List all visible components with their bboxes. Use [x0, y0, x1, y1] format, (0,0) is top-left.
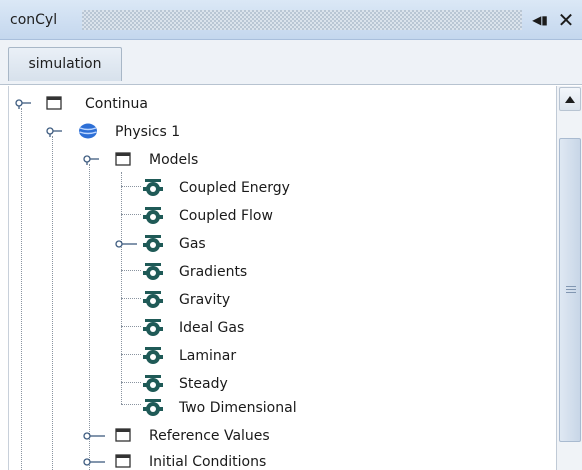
minimize-panel-icon[interactable]: ◀▮	[529, 9, 551, 31]
vertical-scrollbar[interactable]	[556, 86, 582, 470]
model-icon	[143, 374, 163, 393]
expanded-toggle-icon[interactable]	[46, 127, 62, 137]
collapsed-toggle-icon[interactable]	[83, 431, 105, 441]
model-icon	[143, 318, 163, 337]
window-titlebar[interactable]: conCyl ◀▮ ✕	[0, 0, 582, 40]
collapsed-toggle-icon[interactable]	[83, 457, 105, 467]
tree-node-label: Gradients	[179, 264, 248, 280]
close-icon[interactable]: ✕	[555, 9, 577, 31]
model-icon	[143, 290, 163, 309]
grip-icon	[566, 286, 576, 293]
physics-continuum-icon	[78, 122, 98, 140]
tree-node-models[interactable]: Models	[9, 146, 249, 172]
tree-node-label: Models	[149, 152, 199, 168]
collapsed-toggle-icon[interactable]	[115, 239, 137, 249]
tree-node-label: Steady	[179, 376, 228, 392]
folder-icon	[115, 152, 131, 166]
model-icon	[143, 234, 163, 253]
folder-icon	[46, 96, 62, 110]
tree-node-label: Physics 1	[115, 124, 181, 140]
model-icon	[143, 206, 163, 225]
tree-node-model[interactable]: Gravity	[9, 286, 349, 312]
tree-node-label: Continua	[85, 96, 148, 112]
tree-node-label: Gas	[179, 236, 206, 252]
tree-node-model[interactable]: Ideal Gas	[9, 314, 349, 340]
scroll-thumb[interactable]	[559, 138, 581, 442]
model-icon	[143, 262, 163, 281]
scroll-up-button[interactable]	[559, 87, 581, 111]
folder-icon	[115, 428, 131, 442]
tree-node-label: Ideal Gas	[179, 320, 245, 336]
tree-node-label: Initial Conditions	[149, 454, 267, 470]
folder-icon	[115, 454, 131, 468]
titlebar-drag-grip[interactable]	[82, 10, 522, 30]
expanded-toggle-icon[interactable]	[83, 155, 99, 165]
tree-node-model[interactable]: Steady	[9, 370, 349, 396]
tree-node-model[interactable]: Coupled Flow	[9, 202, 349, 228]
tree-node-model[interactable]: Laminar	[9, 342, 349, 368]
window-title: conCyl	[10, 12, 58, 28]
arrow-up-icon	[565, 96, 575, 103]
tree-node-model[interactable]: Gas	[9, 230, 349, 256]
tree-node-label: Coupled Flow	[179, 208, 273, 224]
model-icon	[143, 346, 163, 365]
tab-strip: simulation	[0, 40, 582, 85]
tree-node-continua[interactable]: Continua	[9, 90, 209, 116]
tree-node-initial-conditions[interactable]: Initial Conditions	[9, 448, 349, 470]
simulation-tree[interactable]: Continua Physics 1 Models Coupled Energy…	[8, 86, 556, 470]
tree-node-model[interactable]: Coupled Energy	[9, 174, 349, 200]
tree-node-model[interactable]: Two Dimensional	[9, 394, 349, 420]
tree-node-label: Coupled Energy	[179, 180, 290, 196]
tab-simulation[interactable]: simulation	[8, 47, 122, 81]
tree-node-reference-values[interactable]: Reference Values	[9, 422, 349, 448]
tree-node-model[interactable]: Gradients	[9, 258, 349, 284]
tree-node-physics-1[interactable]: Physics 1	[9, 118, 249, 144]
tree-node-label: Reference Values	[149, 428, 270, 444]
expanded-toggle-icon[interactable]	[15, 99, 31, 109]
model-icon	[143, 178, 163, 197]
model-icon	[143, 398, 163, 417]
tree-node-label: Laminar	[179, 348, 237, 364]
tree-node-label: Two Dimensional	[179, 400, 297, 416]
tree-node-label: Gravity	[179, 292, 231, 308]
